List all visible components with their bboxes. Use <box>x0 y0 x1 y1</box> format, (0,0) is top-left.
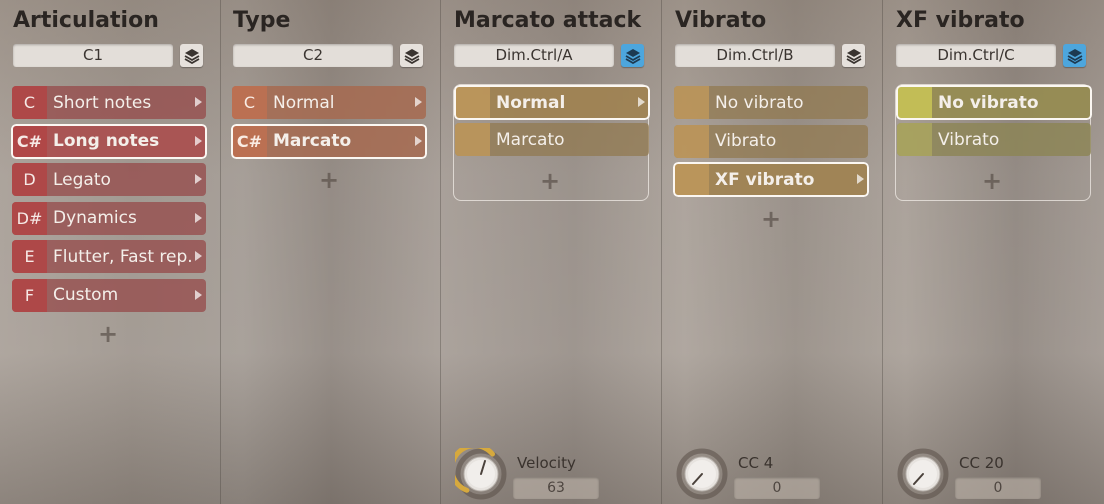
color-swatch <box>674 163 709 196</box>
list-item[interactable]: No vibrato <box>674 86 868 119</box>
layers-icon[interactable] <box>621 44 644 67</box>
layers-icon[interactable] <box>1063 44 1086 67</box>
color-swatch <box>455 123 490 156</box>
plus-icon[interactable]: + <box>319 168 339 192</box>
plus-icon[interactable]: + <box>761 207 781 231</box>
controller-field[interactable]: Dim.Ctrl/B <box>675 44 835 67</box>
key-label: C <box>232 86 267 119</box>
option-group: No vibrato Vibrato + <box>895 84 1092 201</box>
list-item[interactable]: E Flutter, Fast rep. <box>12 240 206 273</box>
list-item-selected[interactable]: XF vibrato <box>673 162 869 197</box>
color-swatch <box>674 124 709 158</box>
item-label: Normal <box>273 92 335 113</box>
column-title: XF vibrato <box>896 8 1025 33</box>
knob-value-field[interactable]: 63 <box>513 477 599 499</box>
chevron-right-icon[interactable] <box>195 97 202 107</box>
articulation-list: C Short notes C# Long notes D Legato D# Dyna… <box>11 86 207 317</box>
chevron-right-icon[interactable] <box>415 135 422 146</box>
knob-label: CC 4 <box>738 454 774 472</box>
list-item-selected[interactable]: No vibrato <box>896 85 1092 120</box>
list-item[interactable]: Marcato <box>455 123 649 156</box>
item-label: Flutter, Fast rep. <box>53 246 193 267</box>
layers-icon[interactable] <box>400 44 423 67</box>
column-articulation: Articulation C1 C Short notes C# Long note… <box>0 0 221 504</box>
knob-label: Velocity <box>517 454 576 472</box>
list-item-selected[interactable]: C# Marcato <box>231 123 427 159</box>
chevron-right-icon[interactable] <box>195 135 202 146</box>
list-item[interactable]: D# Dynamics <box>12 201 206 235</box>
item-label: Marcato <box>273 131 352 151</box>
list-item[interactable]: C Short notes <box>12 86 206 119</box>
column-vibrato: Vibrato Dim.Ctrl/B No vibrato Vibrato XF… <box>662 0 883 504</box>
layers-icon[interactable] <box>842 44 865 67</box>
option-group: Normal Marcato + <box>453 84 650 201</box>
item-label: Normal <box>496 92 566 113</box>
chevron-right-icon[interactable] <box>638 97 645 107</box>
cc20-knob[interactable] <box>897 448 949 500</box>
column-title: Articulation <box>13 8 159 33</box>
chevron-right-icon[interactable] <box>195 212 202 223</box>
chevron-right-icon[interactable] <box>195 251 202 261</box>
controller-field[interactable]: Dim.Ctrl/C <box>896 44 1056 67</box>
item-label: XF vibrato <box>715 169 815 190</box>
item-label: Long notes <box>53 131 160 151</box>
list-item[interactable]: C Normal <box>232 86 426 119</box>
column-title: Vibrato <box>675 8 767 33</box>
item-label: Dynamics <box>53 208 137 228</box>
chevron-right-icon[interactable] <box>195 289 202 300</box>
color-swatch <box>455 86 490 119</box>
key-label: F <box>12 278 47 312</box>
knob-value-field[interactable]: 0 <box>734 477 820 499</box>
item-label: No vibrato <box>715 92 804 113</box>
item-label: Short notes <box>53 92 152 113</box>
list-item[interactable]: F Custom <box>12 278 206 312</box>
key-label: D <box>12 163 47 196</box>
cc4-knob[interactable] <box>676 448 728 500</box>
controller-field[interactable]: C1 <box>13 44 173 67</box>
key-label: C# <box>12 124 47 158</box>
controller-field[interactable]: Dim.Ctrl/A <box>454 44 614 67</box>
key-label: D# <box>12 201 47 235</box>
key-label: C# <box>232 124 267 158</box>
item-label: Marcato <box>496 129 565 150</box>
color-swatch <box>897 123 932 156</box>
velocity-knob[interactable] <box>449 443 507 500</box>
plus-icon[interactable]: + <box>982 169 1002 193</box>
knob-value-field[interactable]: 0 <box>955 477 1041 499</box>
chevron-right-icon[interactable] <box>195 174 202 184</box>
list-item[interactable]: Vibrato <box>897 123 1091 156</box>
column-marcato-attack: Marcato attack Dim.Ctrl/A Normal Marcato… <box>441 0 662 504</box>
controller-field[interactable]: C2 <box>233 44 393 67</box>
item-label: Legato <box>53 169 111 190</box>
chevron-right-icon[interactable] <box>857 174 864 184</box>
key-label: E <box>12 240 47 273</box>
knob-label: CC 20 <box>959 454 1004 472</box>
list-item-selected[interactable]: C# Long notes <box>11 123 207 159</box>
chevron-right-icon[interactable] <box>415 97 422 107</box>
item-label: Vibrato <box>938 129 1000 150</box>
color-swatch <box>674 86 709 119</box>
column-title: Type <box>233 8 291 33</box>
plus-icon[interactable]: + <box>98 322 118 346</box>
plus-icon[interactable]: + <box>540 169 560 193</box>
type-list: C Normal C# Marcato <box>231 86 427 163</box>
item-label: Vibrato <box>715 131 777 151</box>
item-label: Custom <box>53 285 119 305</box>
column-title: Marcato attack <box>454 8 642 33</box>
column-type: Type C2 C Normal C# Marcato + <box>220 0 441 504</box>
vibrato-list: No vibrato Vibrato XF vibrato <box>673 86 869 202</box>
item-label: No vibrato <box>938 92 1039 113</box>
list-item[interactable]: Vibrato <box>674 124 868 158</box>
list-item[interactable]: D Legato <box>12 163 206 196</box>
layers-icon[interactable] <box>180 44 203 67</box>
list-item-selected[interactable]: Normal <box>454 85 650 120</box>
column-xf-vibrato: XF vibrato Dim.Ctrl/C No vibrato Vibrato… <box>883 0 1104 504</box>
key-label: C <box>12 86 47 119</box>
color-swatch <box>897 86 932 119</box>
